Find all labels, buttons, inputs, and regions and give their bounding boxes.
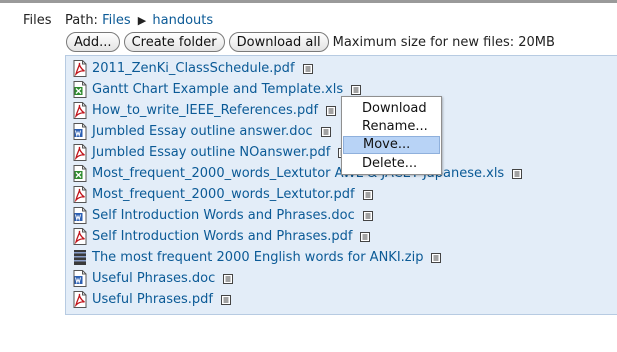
menu-item-download[interactable]: Download [343, 100, 440, 118]
file-menu-icon[interactable] [360, 231, 371, 242]
download-all-button[interactable]: Download all [228, 32, 329, 52]
file-menu-icon[interactable] [362, 189, 373, 200]
file-link[interactable]: Gantt Chart Example and Template.xls [92, 82, 343, 97]
breadcrumb-handouts-link[interactable]: handouts [152, 13, 213, 28]
create-folder-button[interactable]: Create folder [123, 32, 225, 52]
file-row: Jumbled Essay outline NOanswer.pdf [73, 142, 349, 163]
file-row: Self Introduction Words and Phrases.doc [73, 205, 373, 226]
path-label: Path: [65, 13, 98, 28]
file-toolbar: Add... Create folder Download all Maximu… [66, 31, 555, 53]
file-row: 2011_ZenKi_ClassSchedule.pdf [73, 58, 313, 79]
file-link[interactable]: Most_frequent_2000_words_Lextutor AWL & … [92, 166, 504, 181]
file-link[interactable]: Self Introduction Words and Phrases.doc [92, 208, 355, 223]
file-row: Useful Phrases.doc [73, 268, 234, 289]
file-list-panel: 2011_ZenKi_ClassSchedule.pdf Gantt Chart … [65, 55, 617, 315]
file-menu-icon[interactable] [431, 252, 442, 263]
word-file-icon [73, 207, 87, 224]
menu-item-delete[interactable]: Delete... [343, 155, 440, 173]
file-row: Self Introduction Words and Phrases.pdf [73, 226, 371, 247]
file-row: Most_frequent_2000_words_Lextutor.pdf [73, 184, 373, 205]
file-row: Gantt Chart Example and Template.xls [73, 79, 362, 100]
file-menu-icon[interactable] [512, 168, 523, 179]
files-field-label: Files [23, 13, 52, 28]
breadcrumb-separator-icon: ▶ [137, 14, 147, 27]
file-menu-icon[interactable] [362, 210, 373, 221]
file-row: Jumbled Essay outline answer.doc [73, 121, 331, 142]
menu-item-rename[interactable]: Rename... [343, 118, 440, 136]
file-link[interactable]: Most_frequent_2000_words_Lextutor.pdf [92, 187, 355, 202]
file-row: Most_frequent_2000_words_Lextutor AWL & … [73, 163, 523, 184]
file-menu-icon[interactable] [221, 294, 231, 305]
excel-file-icon [73, 165, 87, 182]
file-row: How_to_write_IEEE_References.pdf [73, 100, 337, 121]
file-link[interactable]: The most frequent 2000 English words for… [92, 250, 423, 265]
word-file-icon [73, 123, 87, 140]
breadcrumb: Path: Files ▶ handouts [65, 13, 213, 28]
pdf-file-icon [73, 60, 87, 77]
file-menu-icon[interactable] [351, 84, 362, 95]
excel-file-icon [73, 81, 87, 98]
file-link[interactable]: Jumbled Essay outline answer.doc [92, 124, 313, 139]
pdf-file-icon [73, 228, 87, 245]
file-link[interactable]: Self Introduction Words and Phrases.pdf [92, 229, 352, 244]
file-menu-icon[interactable] [223, 273, 234, 284]
file-row: Useful Phrases.pdf [73, 289, 231, 310]
menu-item-move[interactable]: Move... [343, 136, 440, 154]
file-link[interactable]: 2011_ZenKi_ClassSchedule.pdf [92, 61, 295, 76]
file-row: The most frequent 2000 English words for… [73, 247, 442, 268]
file-menu-icon[interactable] [302, 63, 313, 74]
pdf-file-icon [73, 102, 87, 119]
zip-archive-icon [74, 250, 86, 265]
file-menu-icon[interactable] [320, 126, 331, 137]
pdf-file-icon [73, 186, 87, 203]
top-divider [0, 0, 617, 3]
file-link[interactable]: Useful Phrases.pdf [92, 292, 213, 307]
word-file-icon [73, 270, 87, 287]
file-menu-icon[interactable] [326, 105, 337, 116]
add-button[interactable]: Add... [66, 32, 120, 52]
max-size-note: Maximum size for new files: 20MB [332, 34, 555, 50]
breadcrumb-files-link[interactable]: Files [102, 13, 131, 28]
pdf-file-icon [73, 144, 87, 161]
file-link[interactable]: How_to_write_IEEE_References.pdf [92, 103, 318, 118]
file-context-menu: Download Rename... Move... Delete... [341, 96, 442, 175]
file-link[interactable]: Useful Phrases.doc [92, 271, 215, 286]
pdf-file-icon [73, 291, 87, 308]
file-link[interactable]: Jumbled Essay outline NOanswer.pdf [92, 145, 330, 160]
